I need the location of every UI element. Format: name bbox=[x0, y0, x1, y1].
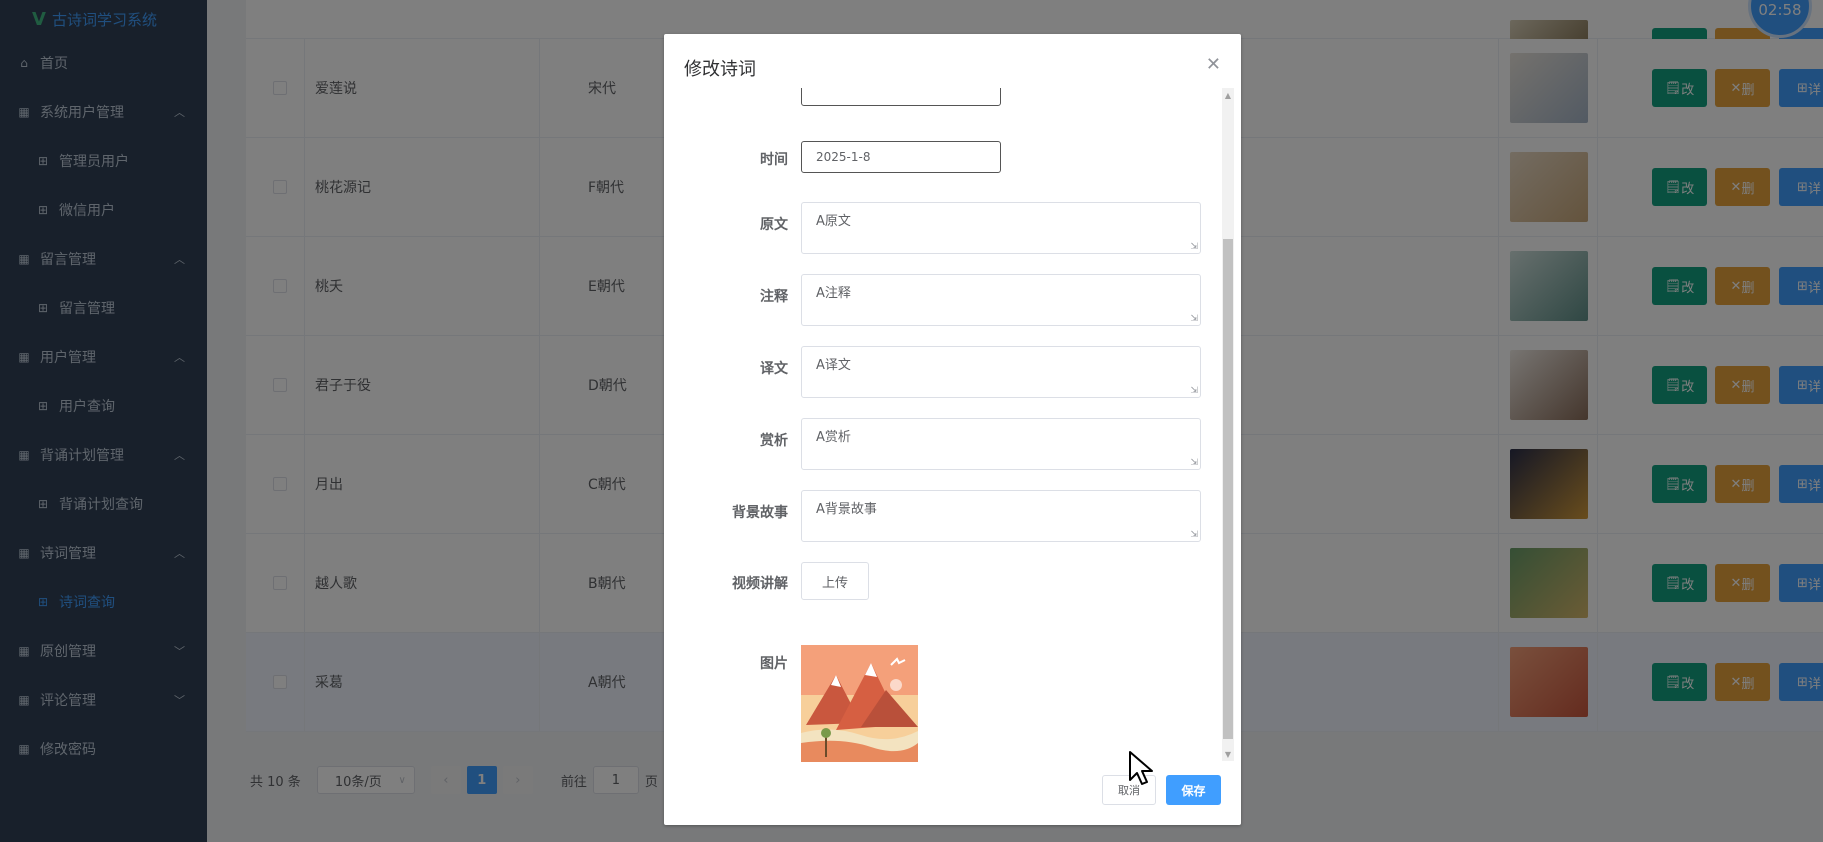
upload-button[interactable]: 上传 bbox=[801, 562, 869, 600]
resize-grip-icon[interactable]: ⇲ bbox=[1190, 386, 1198, 396]
translation-textarea[interactable]: A译文 ⇲ bbox=[801, 346, 1201, 398]
notes-label: 注释 bbox=[760, 289, 788, 305]
dialog-title: 修改诗词 bbox=[684, 59, 756, 80]
close-icon[interactable]: ✕ bbox=[1206, 54, 1221, 75]
previous-field-input[interactable] bbox=[801, 88, 1001, 106]
appreciation-label: 赏析 bbox=[760, 433, 788, 449]
translation-label: 译文 bbox=[760, 361, 788, 377]
time-label: 时间 bbox=[760, 152, 788, 168]
original-textarea[interactable]: A原文 ⇲ bbox=[801, 202, 1201, 254]
background-label: 背景故事 bbox=[732, 505, 788, 521]
edit-poem-dialog: 修改诗词 ✕ 时间 2025-1-8 原文 A原文 ⇲ 注释 A注释 ⇲ 译文 bbox=[664, 34, 1241, 825]
notes-textarea[interactable]: A注释 ⇲ bbox=[801, 274, 1201, 326]
image-label: 图片 bbox=[760, 656, 788, 672]
notes-value: A注释 bbox=[816, 286, 851, 301]
scroll-up-icon[interactable]: ▲ bbox=[1222, 88, 1234, 102]
translation-value: A译文 bbox=[816, 358, 851, 373]
dialog-scrollbar[interactable]: ▲ ▼ bbox=[1222, 88, 1234, 761]
scrollbar-thumb[interactable] bbox=[1223, 239, 1233, 739]
background-value: A背景故事 bbox=[816, 502, 877, 517]
original-value: A原文 bbox=[816, 214, 851, 229]
appreciation-value: A赏析 bbox=[816, 430, 851, 445]
mouse-cursor-icon bbox=[1129, 751, 1153, 785]
resize-grip-icon[interactable]: ⇲ bbox=[1190, 242, 1198, 252]
appreciation-textarea[interactable]: A赏析 ⇲ bbox=[801, 418, 1201, 470]
resize-grip-icon[interactable]: ⇲ bbox=[1190, 530, 1198, 540]
poem-image[interactable] bbox=[801, 645, 918, 762]
resize-grip-icon[interactable]: ⇲ bbox=[1190, 314, 1198, 324]
background-textarea[interactable]: A背景故事 ⇲ bbox=[801, 490, 1201, 542]
scroll-down-icon[interactable]: ▼ bbox=[1222, 747, 1234, 761]
time-input[interactable]: 2025-1-8 bbox=[801, 141, 1001, 173]
video-label: 视频讲解 bbox=[732, 576, 788, 592]
original-label: 原文 bbox=[760, 217, 788, 233]
dialog-form: 时间 2025-1-8 原文 A原文 ⇲ 注释 A注释 ⇲ 译文 A译文 ⇲ 赏… bbox=[664, 88, 1241, 794]
dialog-footer: 取消 保存 bbox=[1102, 775, 1221, 805]
save-button[interactable]: 保存 bbox=[1166, 775, 1221, 805]
resize-grip-icon[interactable]: ⇲ bbox=[1190, 458, 1198, 468]
